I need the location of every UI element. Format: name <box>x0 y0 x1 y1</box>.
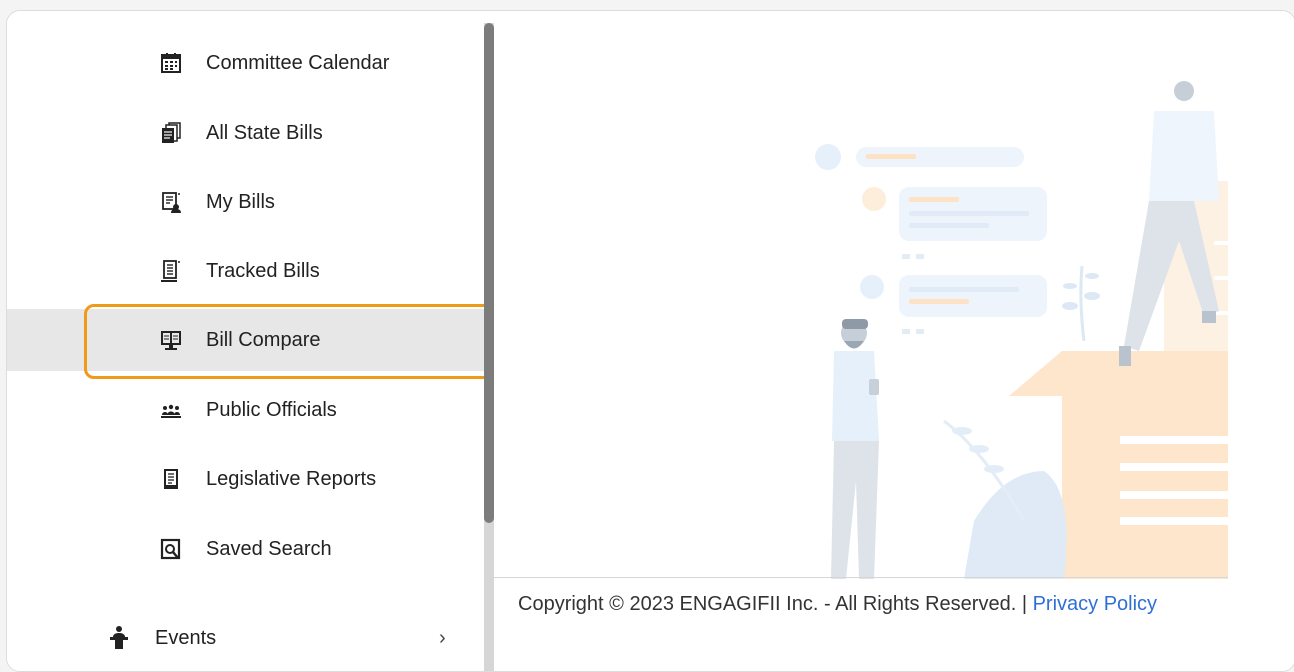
sidebar-item-label: Committee Calendar <box>206 51 390 74</box>
main-content <box>494 11 1294 671</box>
sidebar-item-my-bills[interactable]: My Bills <box>7 171 493 233</box>
sidebar-item-label: Saved Search <box>206 537 332 560</box>
tracked-document-icon <box>160 260 182 282</box>
speaker-podium-icon <box>108 625 130 651</box>
people-group-icon <box>160 399 182 421</box>
footer: Copyright © 2023 ENGAGIFII Inc. - All Ri… <box>518 593 1157 616</box>
sidebar-item-label: Tracked Bills <box>206 259 320 282</box>
user-document-icon <box>160 191 182 213</box>
footer-divider <box>494 577 1228 578</box>
sidebar-item-label: Legislative Reports <box>206 467 377 490</box>
sidebar-item-committee-calendar[interactable]: Committee Calendar <box>7 32 493 94</box>
sidebar-item-all-state-bills[interactable]: All State Bills <box>7 102 493 164</box>
saved-search-icon <box>160 538 182 560</box>
sidebar-item-legislative-reports[interactable]: Legislative Reports <box>7 448 493 510</box>
selection-highlight <box>84 304 502 379</box>
sidebar-item-saved-search[interactable]: Saved Search <box>7 518 493 580</box>
privacy-policy-link[interactable]: Privacy Policy <box>1033 593 1157 615</box>
events-label: Events <box>155 626 217 649</box>
calendar-icon <box>160 52 182 74</box>
sidebar-item-tracked-bills[interactable]: Tracked Bills <box>7 240 493 302</box>
documents-stack-icon <box>160 122 182 144</box>
people-illustration <box>815 81 1228 579</box>
app-window: Committee Calendar All State Bills My Bi… <box>6 10 1294 672</box>
sidebar-scrollbar[interactable] <box>484 23 494 671</box>
report-icon <box>160 468 182 490</box>
scrollbar-thumb[interactable] <box>484 23 494 523</box>
sidebar-item-label: Public Officials <box>206 398 337 421</box>
sidebar-item-events[interactable]: Events › <box>7 616 493 660</box>
sidebar-item-public-officials[interactable]: Public Officials <box>7 379 493 441</box>
sidebar-item-label: My Bills <box>206 190 275 213</box>
chevron-right-icon[interactable]: › <box>439 627 446 650</box>
sidebar: Committee Calendar All State Bills My Bi… <box>7 11 502 671</box>
copyright-text: Copyright © 2023 ENGAGIFII Inc. - All Ri… <box>518 593 1033 615</box>
sidebar-item-label: All State Bills <box>206 121 323 144</box>
